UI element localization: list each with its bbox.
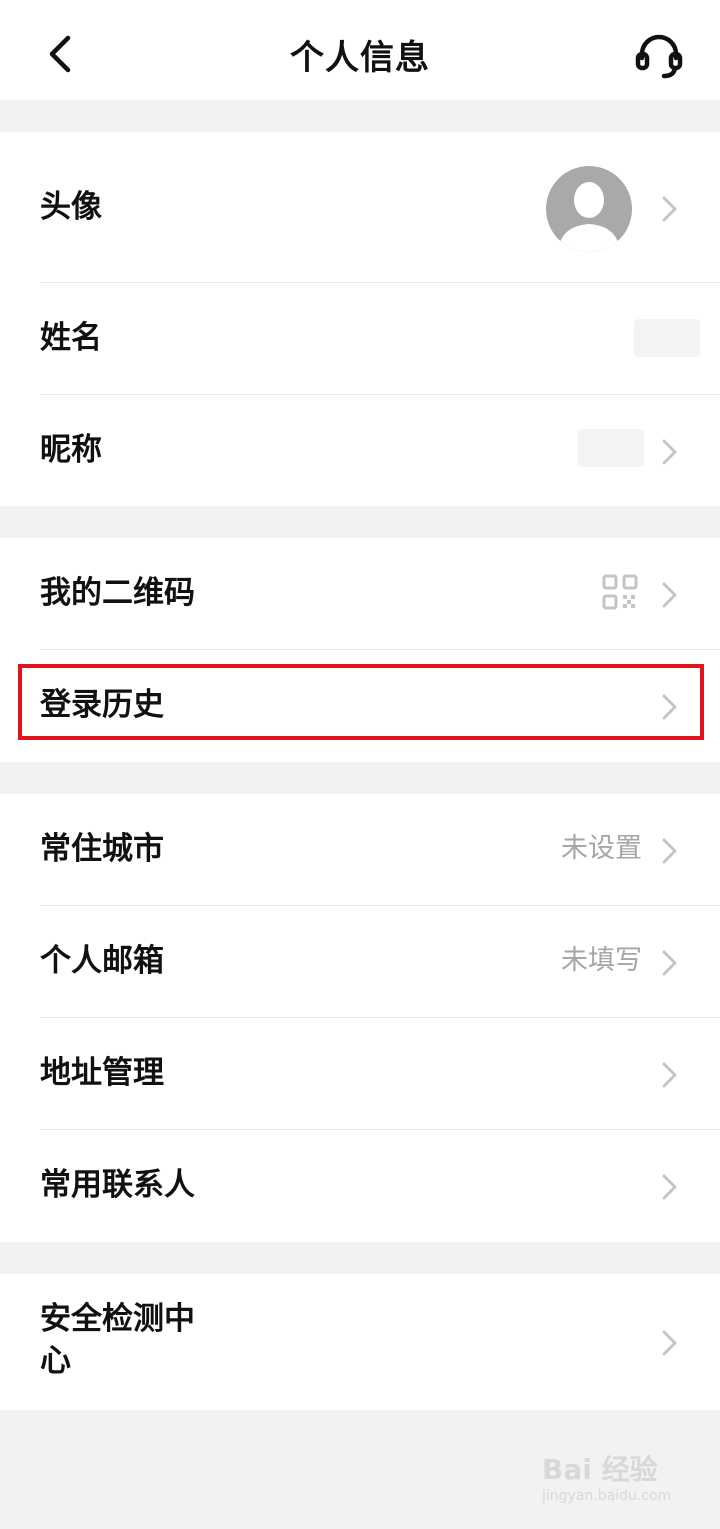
chevron-right-icon (662, 196, 677, 222)
security-center-row[interactable]: 安全检测中 心 (0, 1274, 720, 1410)
qr-code-icon (602, 574, 638, 610)
chevron-right-icon (662, 838, 677, 864)
security-center-label-line1: 安全检测中 (40, 1301, 195, 1337)
name-label: 姓名 (40, 320, 102, 356)
chevron-right-icon (662, 1330, 677, 1356)
email-label: 个人邮箱 (40, 943, 164, 979)
watermark-brand: Bai 经验 (542, 1453, 658, 1486)
contacts-row[interactable]: 常用联系人 (0, 1130, 720, 1242)
avatar-label: 头像 (40, 189, 102, 225)
nickname-value-redacted (578, 429, 644, 467)
address-row[interactable]: 地址管理 (0, 1018, 720, 1129)
city-label: 常住城市 (40, 831, 164, 867)
nickname-label: 昵称 (40, 432, 102, 468)
chevron-right-icon (662, 1062, 677, 1088)
contacts-label: 常用联系人 (40, 1167, 195, 1203)
qrcode-label: 我的二维码 (40, 575, 195, 611)
city-value: 未设置 (561, 833, 642, 864)
login-history-highlight-box (18, 664, 704, 740)
avatar-row[interactable]: 头像 (0, 132, 720, 282)
chevron-right-icon (662, 582, 677, 608)
baidu-jingyan-watermark: Bai 经验 jingyan.baidu.com (542, 1448, 682, 1512)
top-nav-bar: 个人信息 (0, 0, 720, 100)
qrcode-row[interactable]: 我的二维码 (0, 538, 720, 649)
watermark-url: jingyan.baidu.com (542, 1488, 672, 1504)
details-group: 常住城市 未设置 个人邮箱 未填写 地址管理 常用联系人 (0, 794, 720, 1242)
email-value: 未填写 (561, 945, 642, 976)
address-label: 地址管理 (40, 1055, 164, 1091)
security-center-label-line2: 心 (40, 1343, 71, 1379)
chevron-right-icon (662, 1174, 677, 1200)
city-row[interactable]: 常住城市 未设置 (0, 794, 720, 905)
avatar-placeholder-icon (558, 182, 620, 252)
name-row[interactable]: 姓名 (0, 283, 720, 394)
name-value-redacted (634, 319, 700, 357)
security-group: 安全检测中 心 (0, 1274, 720, 1410)
chevron-right-icon (662, 439, 677, 465)
email-row[interactable]: 个人邮箱 未填写 (0, 906, 720, 1017)
profile-group: 头像 姓名 昵称 (0, 132, 720, 506)
nickname-row[interactable]: 昵称 (0, 395, 720, 506)
page-title: 个人信息 (290, 38, 430, 78)
headset-icon[interactable] (634, 30, 684, 80)
avatar (546, 166, 632, 252)
chevron-right-icon (662, 950, 677, 976)
